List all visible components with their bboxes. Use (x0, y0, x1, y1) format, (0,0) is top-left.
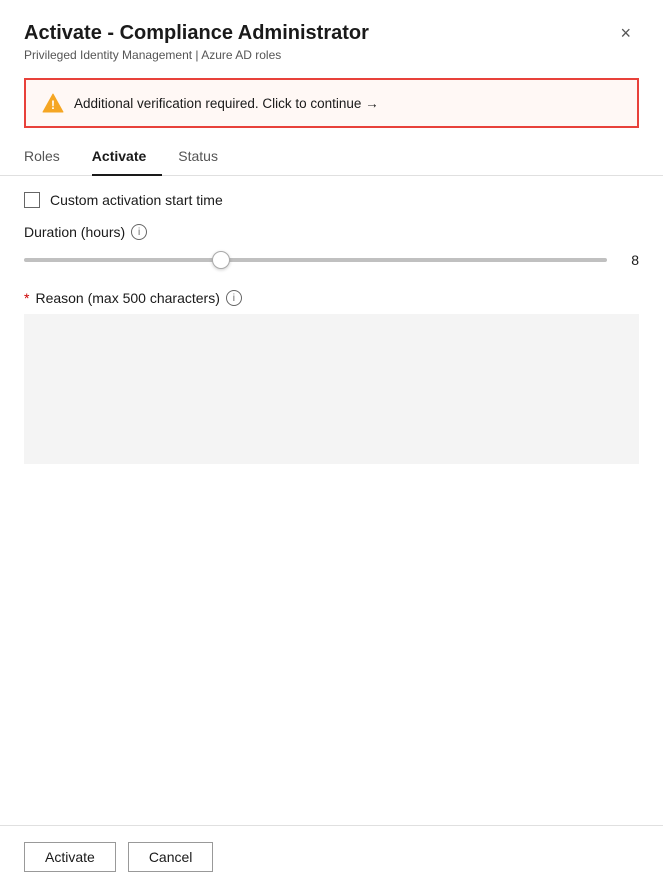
dialog-footer: Activate Cancel (0, 825, 663, 888)
required-star: * (24, 290, 29, 306)
close-button[interactable]: × (612, 20, 639, 46)
custom-time-label[interactable]: Custom activation start time (50, 192, 223, 208)
dialog-container: Activate - Compliance Administrator Priv… (0, 0, 663, 888)
warning-icon: ! (42, 92, 64, 114)
dialog-subtitle: Privileged Identity Management | Azure A… (24, 48, 369, 62)
banner-text: Additional verification required. Click … (74, 96, 379, 111)
svg-text:!: ! (51, 98, 55, 112)
close-icon: × (620, 23, 631, 43)
reason-textarea[interactable] (24, 314, 639, 464)
tab-activate[interactable]: Activate (92, 140, 162, 176)
tabs-container: Roles Activate Status (0, 140, 663, 176)
dialog-title: Activate - Compliance Administrator (24, 20, 369, 46)
custom-time-row: Custom activation start time (24, 192, 639, 208)
duration-label-row: Duration (hours) i (24, 224, 639, 240)
cancel-button[interactable]: Cancel (128, 842, 214, 872)
reason-label-text: Reason (max 500 characters) (35, 290, 219, 306)
duration-info-icon[interactable]: i (131, 224, 147, 240)
activate-button[interactable]: Activate (24, 842, 116, 872)
slider-container (24, 250, 607, 270)
duration-slider[interactable] (24, 258, 607, 262)
slider-value-display: 8 (619, 252, 639, 268)
header-text-group: Activate - Compliance Administrator Priv… (24, 20, 369, 62)
tab-roles[interactable]: Roles (24, 140, 76, 176)
slider-row: 8 (24, 250, 639, 270)
duration-row: Duration (hours) i (24, 224, 639, 240)
reason-label-row: * Reason (max 500 characters) i (24, 290, 639, 306)
reason-info-icon[interactable]: i (226, 290, 242, 306)
reason-row: * Reason (max 500 characters) i (24, 290, 639, 469)
tab-status[interactable]: Status (178, 140, 234, 176)
custom-time-checkbox[interactable] (24, 192, 40, 208)
duration-label-text: Duration (hours) (24, 224, 125, 240)
form-section: Custom activation start time Duration (h… (0, 192, 663, 655)
verification-banner[interactable]: ! Additional verification required. Clic… (24, 78, 639, 128)
dialog-header: Activate - Compliance Administrator Priv… (0, 0, 663, 70)
